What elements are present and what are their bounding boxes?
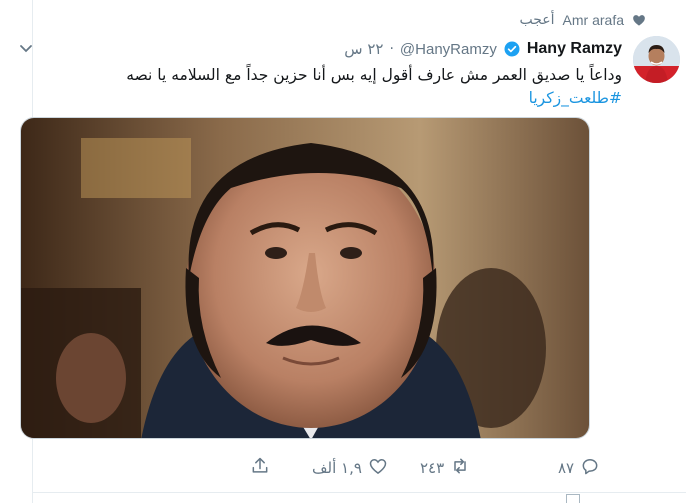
heart-icon <box>368 456 388 480</box>
like-button[interactable]: ١,٩ ألف <box>312 456 388 480</box>
tweet-header: ٢٢ س · @HanyRamzy Hany Ramzy <box>344 38 622 60</box>
retweet-button[interactable]: ٢٤٣ <box>420 456 470 480</box>
retweet-count: ٢٤٣ <box>420 459 445 477</box>
liked-by-name[interactable]: Amr arafa <box>563 12 624 28</box>
user-handle[interactable]: @HanyRamzy <box>400 41 497 58</box>
share-button[interactable] <box>250 456 270 480</box>
avatar[interactable] <box>633 36 680 83</box>
like-count: ١,٩ ألف <box>312 459 362 477</box>
tweet-body: وداعاً يا صديق العمر مش عارف أقول إيه بس… <box>126 66 622 84</box>
reply-icon <box>580 456 600 480</box>
tweet-text: وداعاً يا صديق العمر مش عارف أقول إيه بس… <box>62 64 622 110</box>
next-item-icon <box>566 494 580 503</box>
verified-badge-icon <box>503 40 521 58</box>
heart-icon <box>632 13 646 27</box>
divider <box>32 492 686 493</box>
display-name[interactable]: Hany Ramzy <box>527 40 622 58</box>
share-icon <box>250 456 270 480</box>
social-context: Amr arafa أعجب <box>520 10 647 30</box>
reply-count: ٨٧ <box>558 459 575 477</box>
hashtag-link[interactable]: #طلعت_زكريا <box>62 87 622 110</box>
reply-button[interactable]: ٨٧ <box>558 456 600 480</box>
separator-dot: · <box>389 41 394 57</box>
retweet-icon <box>450 456 470 480</box>
tweet-time[interactable]: ٢٢ س <box>344 40 383 58</box>
chevron-down-icon[interactable] <box>18 40 34 56</box>
tweet-photo[interactable] <box>20 117 590 439</box>
liked-by-action: أعجب <box>519 12 555 28</box>
tweet-actions: ١,٩ ألف ٢٤٣ ٨٧ <box>20 456 610 480</box>
